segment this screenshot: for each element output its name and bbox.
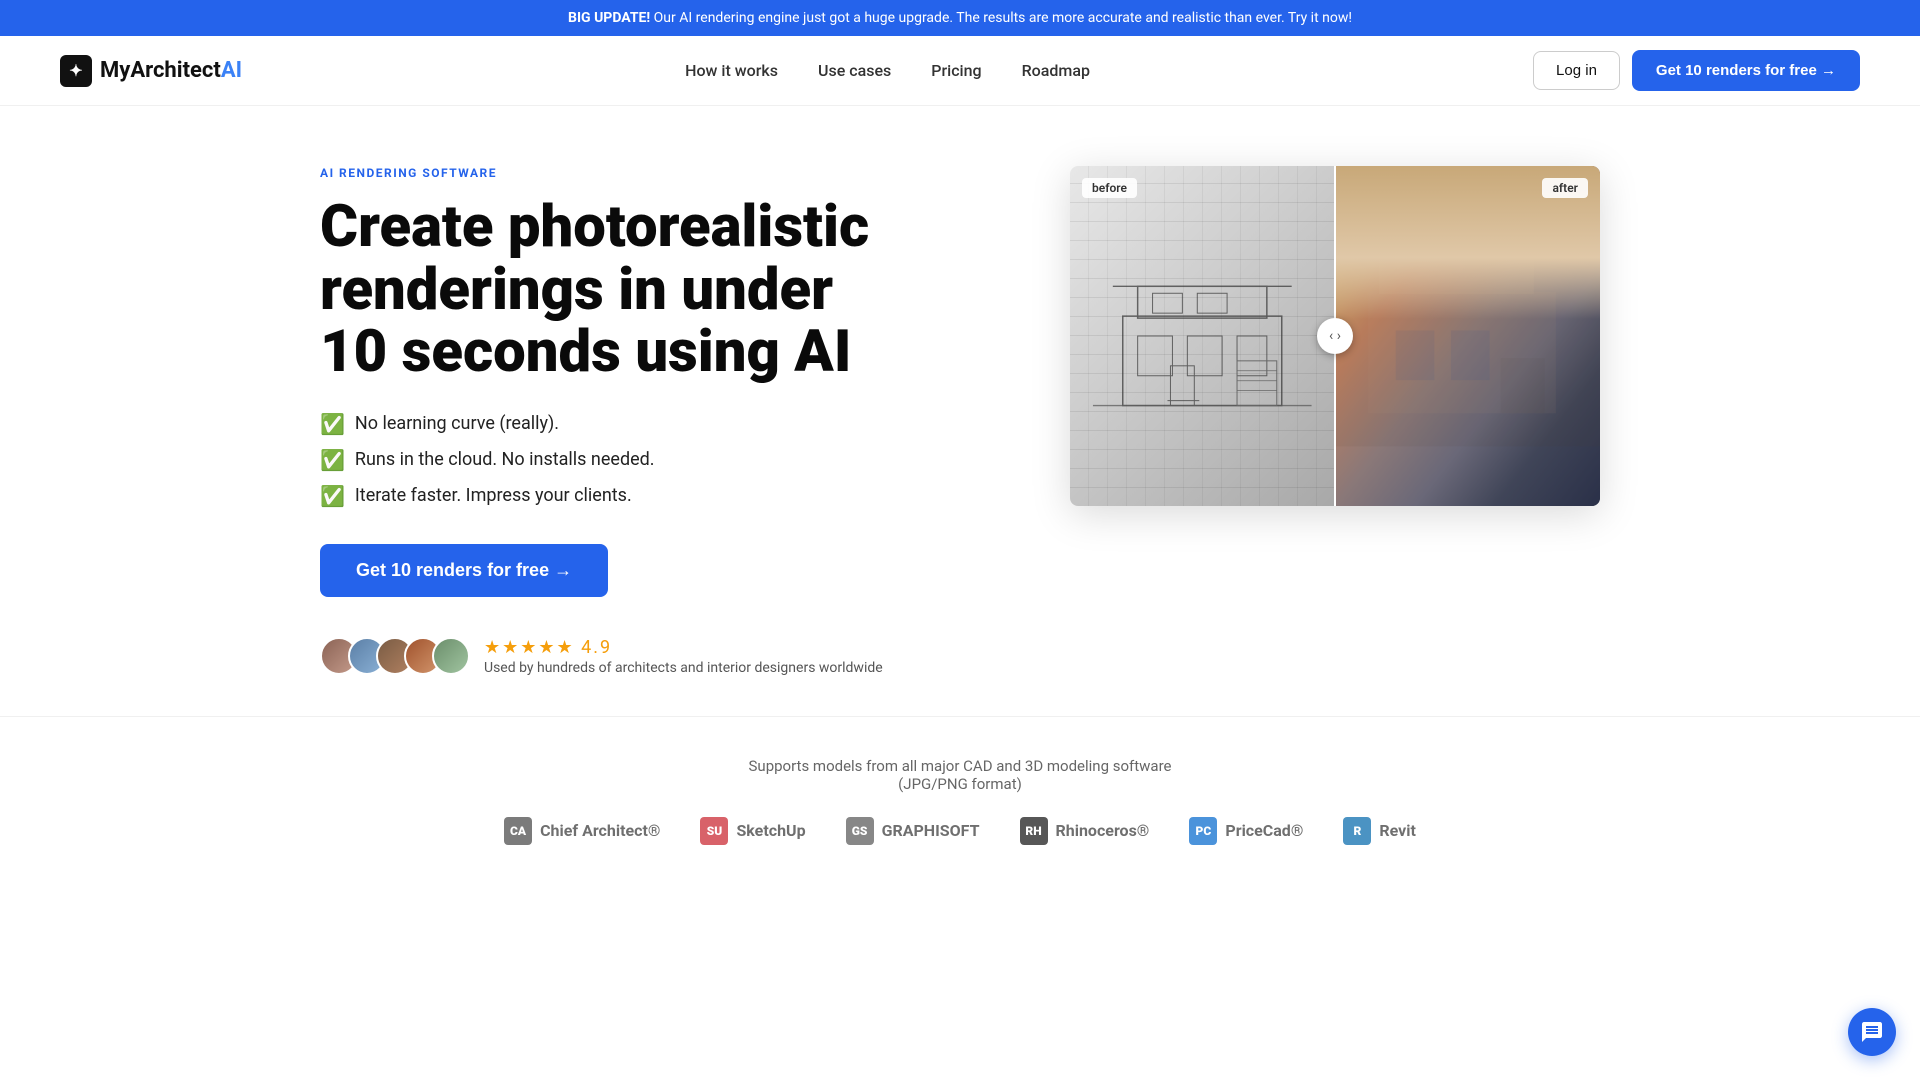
chat-button[interactable] [1848,1008,1896,1056]
chief-architect-icon: CA [504,817,532,845]
building-sketch [1070,166,1335,506]
feature-text-3: Iterate faster. Impress your clients. [355,485,632,506]
hero-left: AI RENDERING SOFTWARE Create photorealis… [320,166,900,676]
feature-item-2: ✅ Runs in the cloud. No installs needed. [320,448,900,472]
pricecad-icon: PC [1189,817,1217,845]
navbar: ✦ MyArchitectAI How it works Use cases P… [0,36,1920,106]
logo-icon: ✦ [60,55,92,87]
supports-text: Supports models from all major CAD and 3… [60,757,1860,793]
announcement-text: Our AI rendering engine just got a huge … [654,10,1352,26]
label-after: after [1542,178,1588,198]
feature-item-3: ✅ Iterate faster. Impress your clients. [320,484,900,508]
hero-cta-button[interactable]: Get 10 renders for free → [320,544,608,597]
stars-rating: ★★★★★ 4.9 Used by hundreds of architects… [484,637,883,676]
label-before: before [1082,178,1137,198]
graphisoft-icon: GS [846,817,874,845]
announcement-banner: BIG UPDATE! Our AI rendering engine just… [0,0,1920,36]
logo-rhinoceros: RH Rhinoceros® [1020,817,1150,845]
image-after [1335,166,1600,506]
image-comparison: before after [1070,166,1600,506]
logo-chief-architect: CA Chief Architect® [504,817,660,845]
login-button[interactable]: Log in [1533,51,1620,90]
chat-icon [1860,1020,1884,1044]
nav-link-pricing[interactable]: Pricing [931,61,981,80]
nav-actions: Log in Get 10 renders for free → [1533,50,1860,91]
social-proof: ★★★★★ 4.9 Used by hundreds of architects… [320,637,900,676]
hero-features: ✅ No learning curve (really). ✅ Runs in … [320,412,900,508]
software-logos: CA Chief Architect® SU SketchUp GS GRAPH… [60,817,1860,845]
divider-handle[interactable]: ‹ › [1317,318,1353,354]
sketchup-icon: SU [700,817,728,845]
supports-section: Supports models from all major CAD and 3… [0,716,1920,885]
logo-text: MyArchitectAI [100,58,242,83]
avatars [320,637,470,675]
nav-link-roadmap[interactable]: Roadmap [1022,61,1090,80]
logo-graphisoft: GS GRAPHISOFT [846,817,980,845]
logo-revit: R Revit [1343,817,1416,845]
nav-link-how-it-works[interactable]: How it works [685,61,778,80]
feature-text-2: Runs in the cloud. No installs needed. [355,449,655,470]
hero-badge: AI RENDERING SOFTWARE [320,166,900,180]
nav-links: How it works Use cases Pricing Roadmap [685,61,1090,80]
revit-icon: R [1343,817,1371,845]
sketch-svg [1083,183,1322,489]
rhinoceros-icon: RH [1020,817,1048,845]
check-icon-3: ✅ [320,484,345,508]
hero-title: Create photorealistic renderings in unde… [320,196,900,384]
logo[interactable]: ✦ MyArchitectAI [60,55,242,87]
avatar-5 [432,637,470,675]
logo-sketchup: SU SketchUp [700,817,805,845]
logo-pricecad: PC PriceCad® [1189,817,1303,845]
render-overlay-svg [1335,166,1600,506]
nav-link-use-cases[interactable]: Use cases [818,61,891,80]
check-icon-1: ✅ [320,412,345,436]
rating-text: Used by hundreds of architects and inter… [484,660,883,676]
check-icon-2: ✅ [320,448,345,472]
nav-cta-button[interactable]: Get 10 renders for free → [1632,50,1860,91]
image-before [1070,166,1335,506]
feature-item-1: ✅ No learning curve (really). [320,412,900,436]
feature-text-1: No learning curve (really). [355,413,559,434]
hero-right: before after [960,166,1600,506]
star-icons: ★★★★★ 4.9 [484,637,883,658]
announcement-bold: BIG UPDATE! [568,10,650,26]
hero-section: AI RENDERING SOFTWARE Create photorealis… [260,106,1660,716]
